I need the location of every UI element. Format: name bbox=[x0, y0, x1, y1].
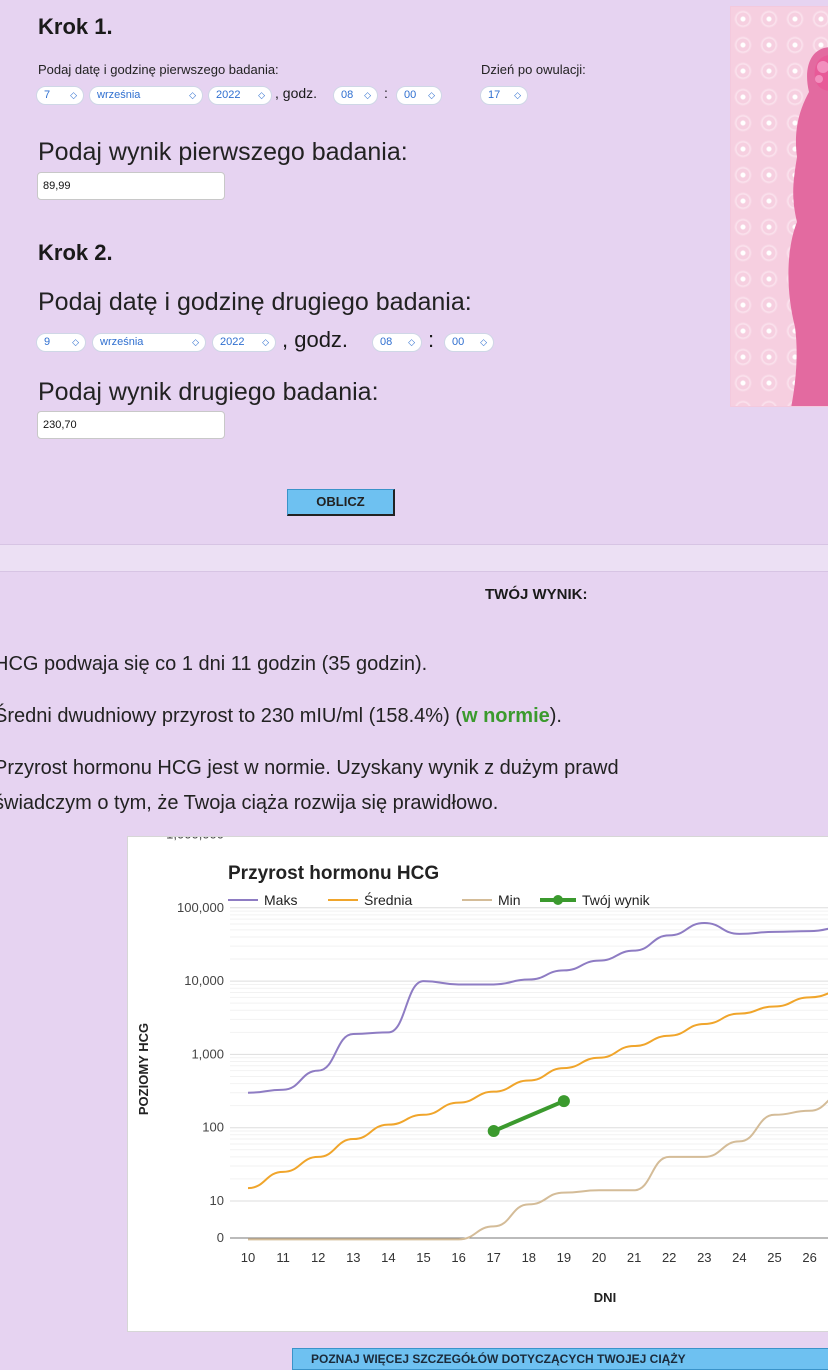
x-tick-label: 22 bbox=[662, 1250, 676, 1265]
chevron-updown-icon: ◇ bbox=[428, 90, 435, 100]
y-tick-label: 1,000 bbox=[191, 1046, 224, 1061]
x-tick-label: 12 bbox=[311, 1250, 325, 1265]
x-tick-label: 25 bbox=[767, 1250, 781, 1265]
legend-label: Maks bbox=[264, 892, 297, 908]
pregnant-silhouette-icon bbox=[788, 47, 828, 406]
step2-day-value: 9 bbox=[44, 336, 51, 348]
step1-colon: : bbox=[384, 85, 388, 101]
step1-month-value: września bbox=[97, 89, 141, 101]
x-tick-label: 26 bbox=[802, 1250, 816, 1265]
x-tick-label: 20 bbox=[592, 1250, 606, 1265]
step1-godz-label: , godz. bbox=[275, 85, 318, 101]
step2-month-value: września bbox=[100, 336, 144, 348]
data-point-twoj-wynik bbox=[557, 1095, 570, 1108]
x-tick-label: 24 bbox=[732, 1250, 746, 1265]
step2-title: Krok 2. bbox=[38, 240, 113, 265]
step2-result-label: Podaj wynik drugiego badania: bbox=[38, 378, 379, 406]
y-axis-label: POZIOMY HCG bbox=[136, 1023, 151, 1115]
y-tick-label: 10 bbox=[210, 1193, 224, 1208]
step1-day-select[interactable]: 7 ◇ bbox=[36, 86, 84, 105]
status-normal: w normie bbox=[461, 705, 550, 727]
chevron-updown-icon: ◇ bbox=[258, 90, 265, 100]
step1-year-select[interactable]: 2022 ◇ bbox=[208, 86, 272, 105]
step1-result-input[interactable]: 89,99 bbox=[37, 172, 225, 200]
x-tick-label: 11 bbox=[276, 1250, 290, 1265]
x-tick-label: 18 bbox=[522, 1250, 536, 1265]
legend-marker bbox=[553, 895, 563, 905]
result-increase-end: ). bbox=[549, 705, 562, 727]
y-tick-label: 1,000,000 bbox=[166, 837, 224, 842]
result-line-doubling: HCG podwaja się co 1 dni 11 godzin (35 g… bbox=[0, 653, 428, 675]
step2-minute-value: 00 bbox=[452, 336, 465, 348]
step1-result-label: Podaj wynik pierwszego badania: bbox=[38, 138, 408, 166]
x-tick-label: 13 bbox=[346, 1250, 360, 1265]
chevron-updown-icon: ◇ bbox=[70, 90, 77, 100]
result-line-summary: Przyrost hormonu HCG jest w normie. Uzys… bbox=[0, 757, 619, 779]
legend-label: Twój wynik bbox=[582, 892, 651, 908]
step2-godz-label: , godz. bbox=[282, 327, 349, 352]
more-details-button[interactable]: POZNAJ WIĘCEJ SZCZEGÓŁÓW DOTYCZĄCYCH TWO… bbox=[292, 1348, 828, 1370]
result-line-summary-2: świadczym o tym, że Twoja ciąża rozwija … bbox=[0, 792, 499, 814]
step2-day-select[interactable]: 9 ◇ bbox=[36, 333, 86, 352]
step2-year-value: 2022 bbox=[220, 336, 245, 348]
pregnant-woman-illustration bbox=[730, 6, 828, 407]
step1-minute-value: 00 bbox=[404, 89, 417, 101]
result-title: TWÓJ WYNIK: bbox=[485, 586, 588, 603]
x-tick-label: 16 bbox=[451, 1250, 465, 1265]
hcg-chart: 0 10 100 1,000 10,000 100,000 1,000,000 10 11 12 1… bbox=[127, 827, 828, 1332]
chevron-updown-icon: ◇ bbox=[514, 90, 521, 100]
x-tick-label: 21 bbox=[627, 1250, 641, 1265]
step2-hour-select[interactable]: 08 ◇ bbox=[372, 333, 422, 352]
chevron-updown-icon: ◇ bbox=[408, 337, 415, 347]
x-tick-label: 23 bbox=[697, 1250, 711, 1265]
y-tick-label: 100,000 bbox=[177, 900, 224, 915]
ovulation-label: Dzień po owulacji: bbox=[481, 62, 586, 77]
step2-result-input[interactable]: 230,70 bbox=[37, 411, 225, 439]
chevron-updown-icon: ◇ bbox=[364, 90, 371, 100]
step1-hour-value: 08 bbox=[341, 89, 354, 101]
result-line-increase: Średni dwudniowy przyrost to 230 mIU/ml … bbox=[0, 705, 562, 728]
x-tick-label: 14 bbox=[381, 1250, 395, 1265]
step2-year-select[interactable]: 2022 ◇ bbox=[212, 333, 276, 352]
x-tick-label: 15 bbox=[416, 1250, 430, 1265]
x-axis-label: DNI bbox=[594, 1290, 616, 1305]
series-line-srednia bbox=[247, 992, 828, 1190]
legend-label: Średnia bbox=[364, 891, 412, 908]
x-tick-label: 10 bbox=[241, 1250, 255, 1265]
x-tick-label: 17 bbox=[486, 1250, 500, 1265]
chevron-updown-icon: ◇ bbox=[72, 337, 79, 347]
y-tick-label: 100 bbox=[202, 1120, 224, 1135]
chevron-updown-icon: ◇ bbox=[480, 337, 487, 347]
result-increase-text: Średni dwudniowy przyrost to 230 mIU/ml … bbox=[0, 705, 462, 727]
chart-title: Przyrost hormonu HCG bbox=[228, 863, 439, 884]
step1-day-value: 7 bbox=[44, 89, 51, 101]
y-tick-label: 0 bbox=[217, 1230, 224, 1245]
step2-month-select[interactable]: września ◇ bbox=[92, 333, 206, 352]
step2-colon: : bbox=[428, 327, 435, 352]
chevron-updown-icon: ◇ bbox=[262, 337, 269, 347]
divider-band bbox=[0, 544, 828, 572]
step2-minute-select[interactable]: 00 ◇ bbox=[444, 333, 494, 352]
chevron-updown-icon: ◇ bbox=[189, 90, 196, 100]
step1-month-select[interactable]: września ◇ bbox=[89, 86, 203, 105]
step1-hour-select[interactable]: 08 ◇ bbox=[333, 86, 378, 105]
chevron-updown-icon: ◇ bbox=[192, 337, 199, 347]
step1-year-value: 2022 bbox=[216, 89, 241, 101]
hcg-chart-svg: 0 10 100 1,000 10,000 100,000 1,000,000 10 11 12 1… bbox=[136, 827, 828, 1305]
x-tick-label: 19 bbox=[557, 1250, 571, 1265]
ovulation-day-select[interactable]: 17 ◇ bbox=[480, 86, 528, 105]
legend-label: Min bbox=[498, 892, 521, 908]
ovulation-day-value: 17 bbox=[488, 89, 501, 101]
series-line-maks bbox=[247, 922, 828, 1094]
data-point-twoj-wynik bbox=[487, 1125, 500, 1138]
step1-date-label: Podaj datę i godzinę pierwszego badania: bbox=[38, 62, 279, 77]
step2-hour-value: 08 bbox=[380, 336, 393, 348]
calculate-button[interactable]: OBLICZ bbox=[287, 489, 395, 516]
step1-title: Krok 1. bbox=[38, 14, 113, 39]
y-tick-label: 10,000 bbox=[184, 973, 224, 988]
step2-date-label: Podaj datę i godzinę drugiego badania: bbox=[38, 288, 472, 316]
step1-minute-select[interactable]: 00 ◇ bbox=[396, 86, 442, 105]
